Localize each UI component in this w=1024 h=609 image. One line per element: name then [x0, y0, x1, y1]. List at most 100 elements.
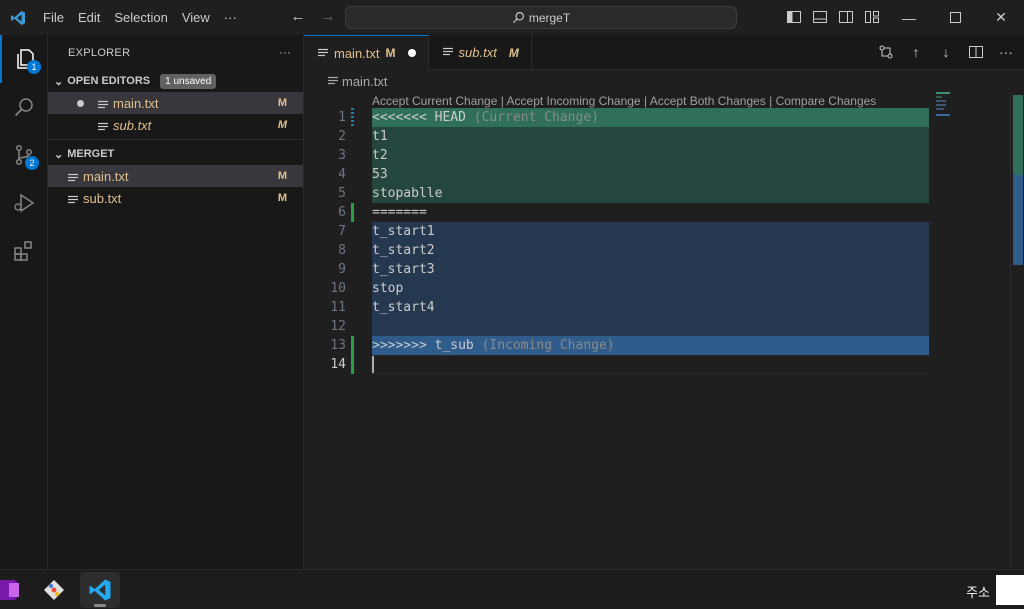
current-line-highlight [372, 355, 929, 374]
text-file-icon [98, 120, 108, 131]
modified-indicator: M [385, 46, 396, 60]
toggle-panel-icon[interactable] [812, 9, 828, 25]
current-change-bg [372, 146, 929, 165]
code-text: t2 [372, 148, 388, 163]
folder-header[interactable]: ⌄ MERGET [48, 143, 303, 165]
minimize-icon[interactable]: — [886, 0, 932, 35]
ruler-incoming-marker [1013, 175, 1023, 265]
code-line: 3 t2 [304, 146, 929, 165]
open-editor-name: main.txt [113, 95, 159, 111]
text-file-icon [68, 193, 78, 204]
file-item[interactable]: main.txt M [48, 165, 303, 187]
taskbar-git-app[interactable] [34, 572, 74, 608]
unsaved-badge: 1 unsaved [160, 73, 217, 89]
incoming-change-bg [372, 260, 929, 279]
extensions-activity[interactable] [0, 227, 48, 275]
line-number: 11 [330, 300, 346, 315]
unsaved-dot-icon[interactable] [77, 99, 84, 107]
code-text: stopablle [372, 186, 443, 201]
search-icon [14, 98, 33, 117]
maximize-icon[interactable] [932, 0, 978, 35]
address-input[interactable] [996, 575, 1024, 605]
line-number: 14 [330, 357, 346, 372]
gutter-added-marker [351, 336, 354, 355]
section-divider [48, 139, 303, 140]
title-bar: File Edit Selection View ··· ← → mergeT … [0, 0, 1024, 35]
tab-main-txt[interactable]: main.txt M [304, 35, 429, 70]
file-item[interactable]: sub.txt M [48, 187, 303, 209]
taskbar-onenote-app[interactable] [0, 572, 28, 608]
run-debug-activity[interactable] [0, 179, 48, 227]
command-center-search[interactable]: mergeT [345, 6, 737, 29]
breadcrumb: main.txt [304, 70, 1024, 92]
incoming-change-bg [372, 298, 929, 317]
customize-layout-icon[interactable] [864, 9, 880, 25]
menu-more[interactable]: ··· [217, 0, 244, 35]
source-control-badge: 2 [25, 156, 39, 170]
unsaved-dot-icon[interactable] [407, 49, 416, 57]
code-line: 13 >>>>>>> t_sub (Incoming Change) [304, 336, 929, 355]
conflict-marker: <<<<<<< HEAD [372, 110, 466, 125]
minimap[interactable] [936, 92, 956, 122]
explorer-badge: 1 [27, 60, 41, 74]
back-arrow-icon[interactable]: ← [288, 8, 308, 25]
os-taskbar: 주소 [0, 569, 1024, 609]
tab-sub-txt[interactable]: sub.txt M [429, 35, 532, 70]
gutter-added-marker [351, 355, 354, 374]
forward-arrow-icon[interactable]: → [318, 8, 338, 25]
modified-indicator: M [277, 192, 287, 204]
line-number: 6 [338, 205, 346, 220]
chevron-down-icon: ⌄ [54, 148, 64, 161]
close-icon[interactable]: ✕ [978, 0, 1024, 35]
sidebar-more-button[interactable]: ··· [279, 47, 291, 59]
active-app-indicator [94, 604, 106, 607]
activity-bar: 1 2 [0, 35, 48, 569]
taskbar-vscode-app[interactable] [80, 572, 120, 608]
more-actions-icon[interactable]: ··· [998, 44, 1014, 60]
search-activity[interactable] [0, 83, 48, 131]
git-icon [44, 580, 64, 600]
merge-codelens-actions[interactable]: Accept Current Change | Accept Incoming … [372, 94, 876, 108]
text-file-icon [328, 74, 338, 89]
editor-tabs: main.txt M sub.txt M ↑ ↓ ··· [304, 35, 1024, 70]
overview-ruler-scrollbar[interactable] [1010, 92, 1024, 569]
file-name: sub.txt [83, 190, 122, 206]
open-editor-item[interactable]: main.txt M [48, 92, 303, 114]
gutter-modified-marker [351, 108, 354, 127]
previous-change-icon[interactable]: ↑ [908, 44, 924, 60]
extensions-icon [14, 241, 32, 261]
menu-selection[interactable]: Selection [107, 0, 174, 35]
file-name: main.txt [83, 168, 129, 184]
menu-edit[interactable]: Edit [71, 0, 107, 35]
menu-file[interactable]: File [36, 0, 71, 35]
incoming-change-bg [372, 222, 929, 241]
toggle-secondary-sidebar-icon[interactable] [838, 9, 854, 25]
current-change-bg [372, 184, 929, 203]
menu-view[interactable]: View [175, 0, 217, 35]
text-file-icon [68, 171, 78, 182]
split-editor-icon[interactable] [968, 44, 984, 60]
code-text: >>>>>>> t_sub (Incoming Change) [372, 336, 615, 355]
text-file-icon [442, 45, 453, 60]
toggle-primary-sidebar-icon[interactable] [786, 9, 802, 25]
incoming-change-bg [372, 279, 929, 298]
sidebar-title: EXPLORER [68, 46, 131, 59]
modified-indicator: M [277, 119, 287, 131]
open-editors-header[interactable]: ⌄ OPEN EDITORS 1 unsaved [48, 70, 303, 92]
chevron-down-icon: ⌄ [54, 75, 64, 88]
vscode-logo-icon [0, 0, 36, 35]
search-icon [512, 12, 524, 23]
code-line: 9 t_start3 [304, 260, 929, 279]
explorer-activity[interactable]: 1 [0, 35, 48, 83]
breadcrumb-file[interactable]: main.txt [342, 74, 388, 89]
open-changes-icon[interactable] [878, 44, 894, 60]
folder-label: MERGET [67, 148, 115, 160]
line-number: 12 [330, 319, 346, 334]
onenote-icon [0, 580, 19, 600]
next-change-icon[interactable]: ↓ [938, 44, 954, 60]
code-text: t_start4 [372, 300, 435, 315]
source-control-activity[interactable]: 2 [0, 131, 48, 179]
open-editor-name: sub.txt [113, 117, 152, 133]
open-editor-item[interactable]: sub.txt M [48, 114, 303, 136]
code-editor[interactable]: 1 <<<<<<< HEAD (Current Change) 2 t1 3 t… [304, 108, 929, 374]
